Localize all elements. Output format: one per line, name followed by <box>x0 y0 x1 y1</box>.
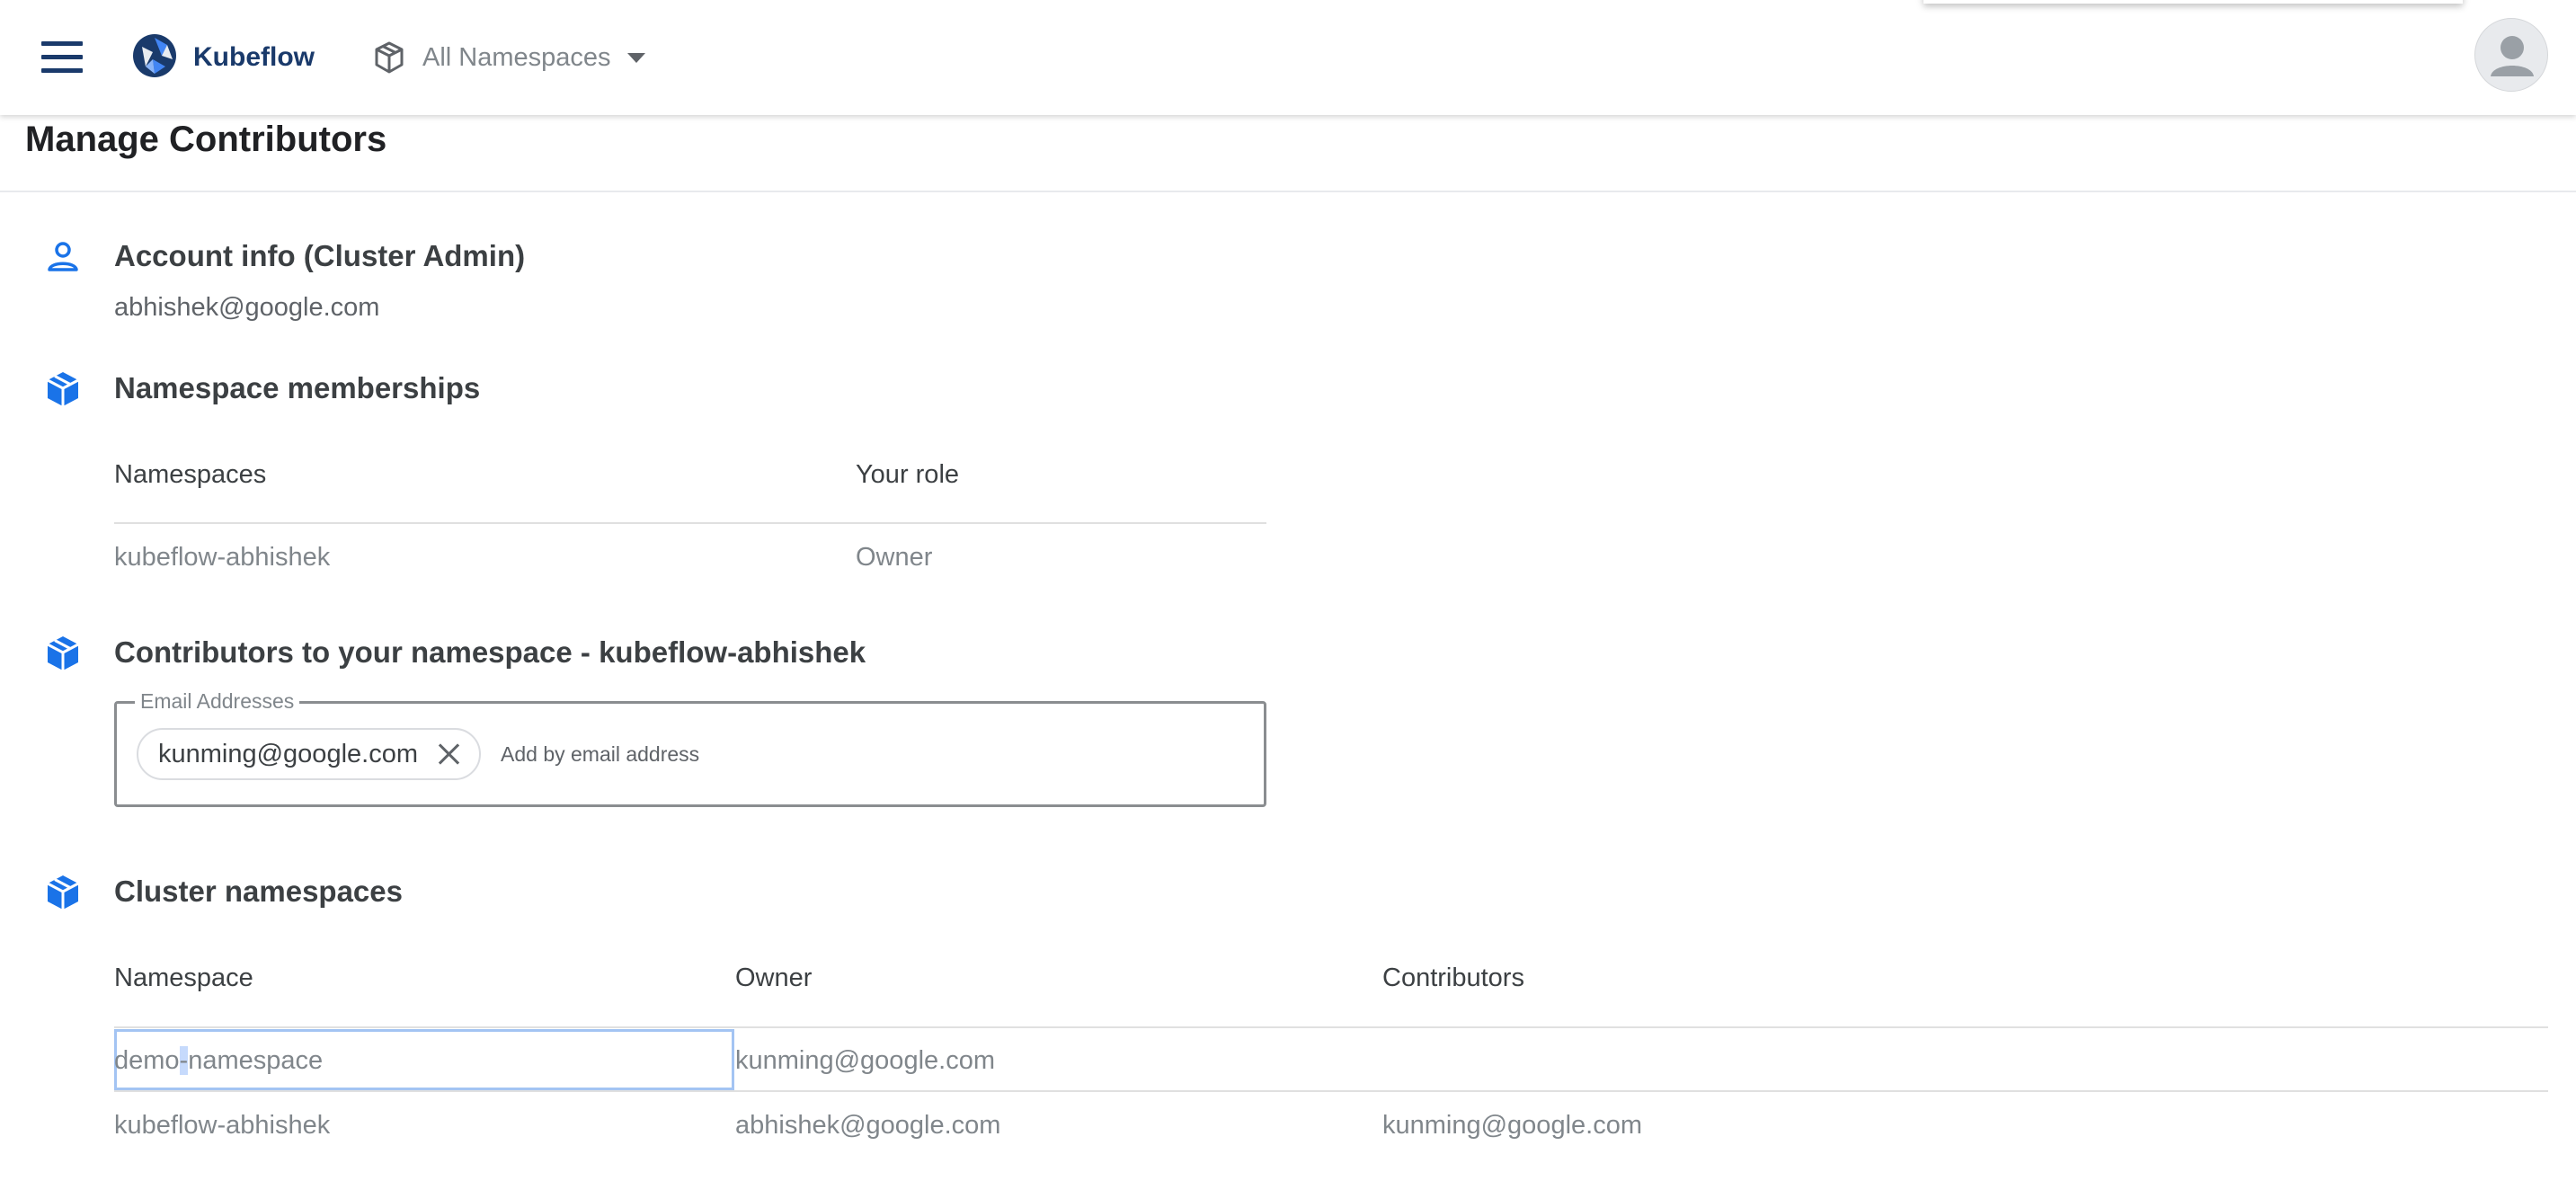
dropdown-caret-icon <box>626 52 645 63</box>
column-header-contributors: Contributors <box>1382 963 1524 992</box>
email-chip-label: kunming@google.com <box>158 739 418 768</box>
box-icon <box>47 372 79 406</box>
cell-text-part: demo <box>114 1046 180 1075</box>
memberships-heading: Namespace memberships <box>114 371 481 404</box>
cluster-namespace-cell: kubeflow-abhishek <box>114 1111 331 1140</box>
cluster-namespaces-heading: Cluster namespaces <box>114 875 403 908</box>
top-app-bar: Kubeflow All Namespaces <box>0 0 2576 115</box>
person-icon <box>48 242 78 271</box>
membership-namespace: kubeflow-abhishek <box>114 543 331 572</box>
cluster-owner-cell: kunming@google.com <box>735 1046 995 1075</box>
close-icon[interactable] <box>438 742 461 766</box>
column-header-namespace: Namespace <box>114 963 253 992</box>
column-header-your-role: Your role <box>856 460 960 489</box>
page-title: Manage Contributors <box>25 120 387 159</box>
namespace-selector[interactable]: All Namespaces <box>372 36 645 79</box>
box-icon <box>47 875 79 910</box>
table-divider <box>114 522 1266 524</box>
table-row-divider <box>114 1090 2548 1092</box>
table-divider <box>114 1026 2548 1028</box>
account-email: abhishek@google.com <box>114 293 380 322</box>
column-header-owner: Owner <box>735 963 813 992</box>
email-chip[interactable]: kunming@google.com <box>137 728 481 780</box>
membership-role: Owner <box>856 543 933 572</box>
cell-text-part: namespace <box>188 1046 324 1075</box>
title-divider <box>0 191 2576 192</box>
box-icon <box>47 636 79 670</box>
menu-icon[interactable] <box>41 40 84 75</box>
namespace-cube-icon <box>375 41 404 74</box>
contributors-heading: Contributors to your namespace - kubeflo… <box>114 635 866 669</box>
user-avatar-icon[interactable] <box>2474 18 2548 92</box>
kubeflow-logo-icon[interactable] <box>131 32 178 79</box>
email-input[interactable] <box>499 729 1245 779</box>
column-header-namespaces: Namespaces <box>114 460 267 489</box>
popup-shadow-edge <box>1923 0 2463 4</box>
account-info-heading: Account info (Cluster Admin) <box>114 239 526 272</box>
namespace-selector-label: All Namespaces <box>422 43 611 72</box>
cluster-owner-cell: abhishek@google.com <box>735 1111 1001 1140</box>
cluster-namespace-cell[interactable]: demo-namespace <box>114 1044 323 1077</box>
brand-name: Kubeflow <box>193 42 315 72</box>
text-selection-highlight: - <box>179 1046 189 1075</box>
cluster-contributors-cell: kunming@google.com <box>1382 1111 1642 1140</box>
email-addresses-field[interactable]: Email Addresses kunming@google.com <box>114 689 1266 807</box>
email-field-label: Email Addresses <box>135 689 300 713</box>
